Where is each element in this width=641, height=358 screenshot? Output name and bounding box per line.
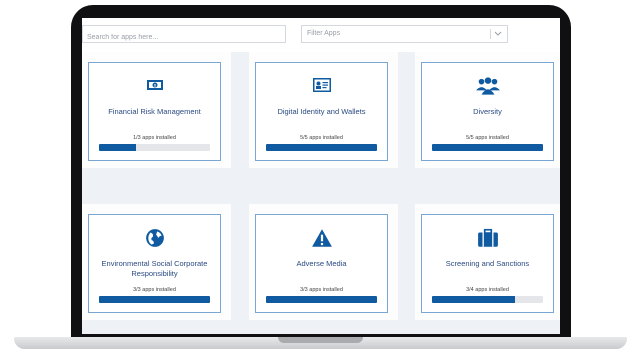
briefcase-icon [477,228,498,247]
card-frame: Diversity 5/5 apps installed [421,62,554,161]
money-icon: $ [146,80,163,90]
progress-fill [432,144,543,151]
card-frame: Environmental Social Corporate Responsib… [88,214,221,313]
install-progress-bar [432,144,543,151]
progress-fill [266,296,377,303]
install-count: 3/4 apps installed [466,287,509,293]
install-progress-bar [266,296,377,303]
people-group-icon [475,77,500,95]
id-card-icon [312,78,331,92]
install-progress-bar [432,296,543,303]
category-card-diversity[interactable]: Diversity 5/5 apps installed [415,52,560,168]
card-title: Diversity [473,107,502,116]
card-frame: Digital Identity and Wallets 5/5 apps in… [255,62,388,161]
category-card-screening-sanctions[interactable]: Screening and Sanctions 3/4 apps install… [415,204,560,320]
category-card-financial-risk[interactable]: $ Financial Risk Management 1/3 apps ins… [82,52,231,168]
dropdown-divider [490,29,491,39]
card-title: Screening and Sanctions [445,259,530,268]
progress-fill [99,296,210,303]
progress-fill [99,144,136,151]
card-frame: $ Financial Risk Management 1/3 apps ins… [88,62,221,161]
card-title: Environmental Social Corporate Responsib… [101,259,208,278]
card-title: Adverse Media [296,259,347,268]
filter-apps-label: Filter Apps [307,30,341,37]
install-count: 5/5 apps installed [300,135,343,141]
install-progress-bar [99,296,210,303]
card-frame: Adverse Media 3/3 apps installed [255,214,388,313]
search-input[interactable] [83,29,285,46]
progress-fill [432,296,516,303]
install-count: 3/3 apps installed [300,287,343,293]
install-count: 5/5 apps installed [466,135,509,141]
install-count: 3/3 apps installed [133,287,176,293]
globe-icon [145,229,164,247]
app-category-grid: $ Financial Risk Management 1/3 apps ins… [82,52,560,334]
warning-icon [311,229,332,247]
category-card-adverse-media[interactable]: Adverse Media 3/3 apps installed [249,204,398,320]
category-card-esg[interactable]: Environmental Social Corporate Responsib… [82,204,231,320]
top-toolbar: Filter Apps [82,18,560,52]
category-card-digital-identity[interactable]: Digital Identity and Wallets 5/5 apps in… [249,52,398,168]
card-frame: Screening and Sanctions 3/4 apps install… [421,214,554,313]
card-title: Digital Identity and Wallets [277,107,366,116]
chevron-down-icon[interactable] [493,28,503,40]
search-box[interactable] [82,25,286,46]
progress-fill [266,144,377,151]
install-progress-bar [99,144,210,151]
install-count: 1/3 apps installed [133,135,176,141]
install-progress-bar [266,144,377,151]
laptop-notch [278,337,363,343]
card-title: Financial Risk Management [108,107,201,116]
filter-apps-dropdown[interactable]: Filter Apps [301,25,508,43]
app-screen: Filter Apps $ Financial Risk Management … [82,18,560,334]
